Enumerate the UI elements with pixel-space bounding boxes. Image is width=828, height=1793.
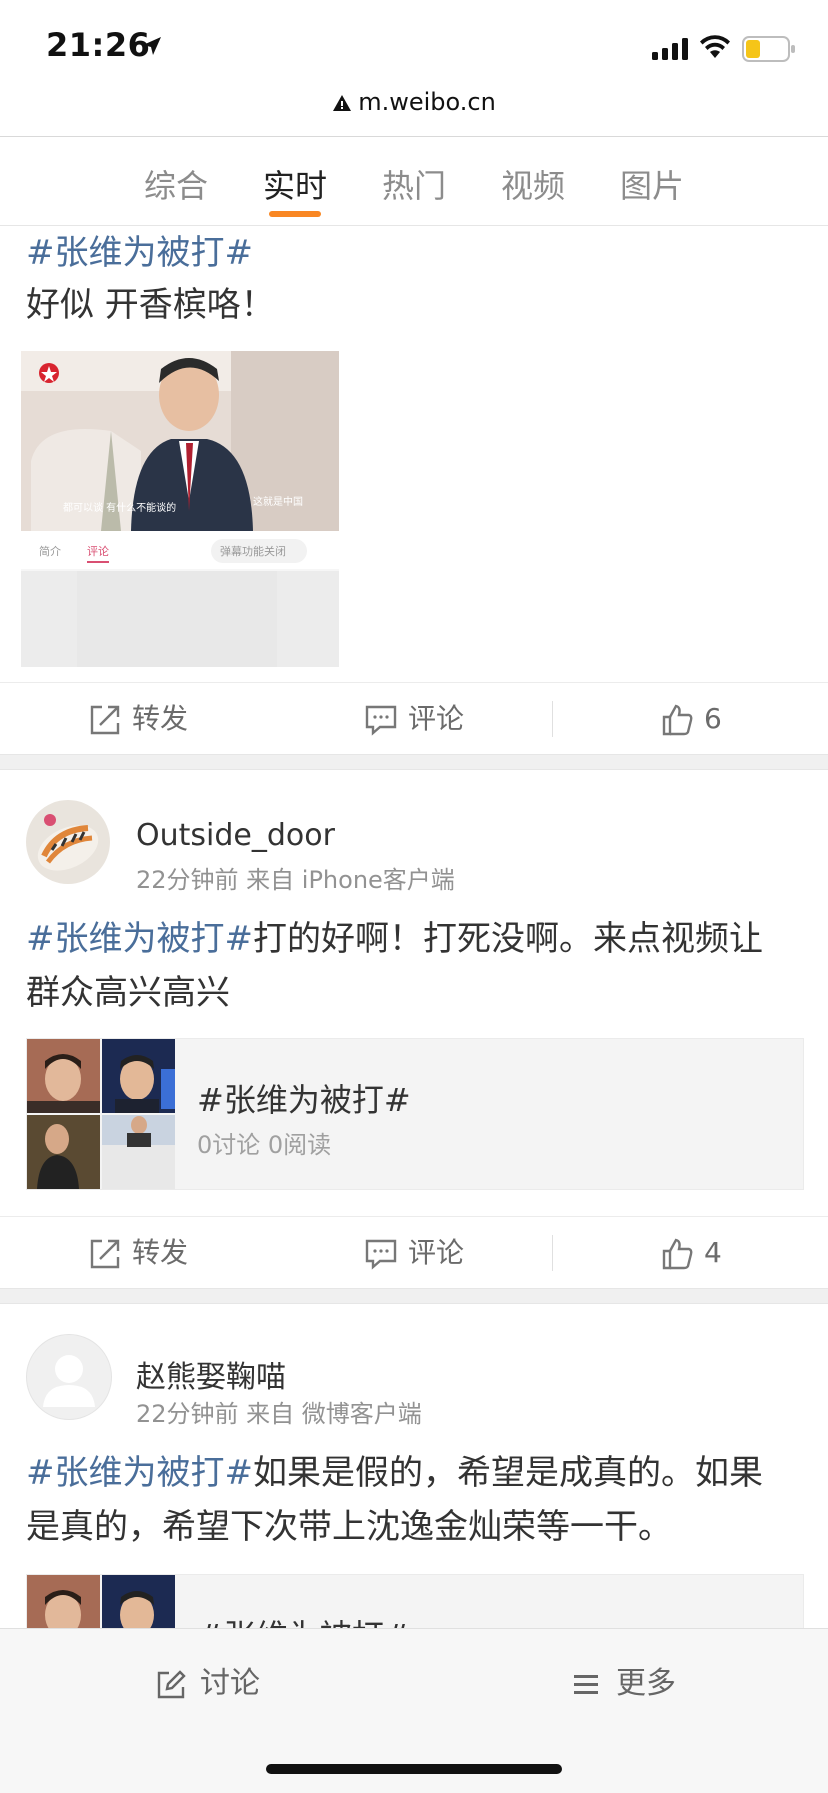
like-button[interactable]: 6 xyxy=(660,683,750,755)
avatar[interactable] xyxy=(26,800,110,884)
topic-thumbnail-image xyxy=(27,1575,175,1628)
topic-thumbnail xyxy=(27,1575,175,1628)
tab-images[interactable]: 图片 xyxy=(620,161,684,207)
video-tab-comments: 评论 xyxy=(87,545,109,558)
discuss-button[interactable]: 讨论 xyxy=(156,1657,276,1711)
post-text: #张维为被打#打的好啊！打死没啊。来点视频让群众高兴高兴 xyxy=(26,919,763,1013)
feed[interactable]: #张维为被打# 好似 开香槟咯！ 都可以谈 有什么不能谈的 这就是中国 简介 评… xyxy=(0,226,828,1628)
username[interactable]: 赵熊娶鞠喵 xyxy=(136,1352,286,1396)
comment-button[interactable]: 评论 xyxy=(364,1217,474,1289)
tab-hot[interactable]: 热门 xyxy=(382,161,446,207)
post-separator xyxy=(0,1288,828,1304)
active-tab-indicator xyxy=(269,211,321,217)
topic-title: #张维为被打# xyxy=(197,1611,411,1628)
topic-stats: 0讨论 0阅读 xyxy=(197,1131,332,1159)
like-button[interactable]: 4 xyxy=(660,1217,750,1289)
comment-icon xyxy=(365,1239,397,1270)
tab-comprehensive[interactable]: 综合 xyxy=(144,161,208,207)
post-topic-link[interactable]: #张维为被打# xyxy=(26,1453,253,1493)
topic-title: #张维为被打# xyxy=(197,1081,411,1119)
default-avatar-icon xyxy=(43,1355,95,1407)
avatar[interactable] xyxy=(26,1334,112,1420)
topic-thumbnail xyxy=(27,1039,175,1189)
post-text: 好似 开香槟咯！ xyxy=(26,285,275,325)
username[interactable]: Outside_door xyxy=(136,818,335,853)
action-separator xyxy=(552,1235,553,1271)
thumbs-up-icon xyxy=(662,704,693,736)
url-bar[interactable]: m.weibo.cn xyxy=(0,88,828,132)
topic-thumbnail-image xyxy=(27,1039,175,1189)
topic-card[interactable]: #张维为被打# xyxy=(26,1574,804,1628)
location-arrow-icon xyxy=(143,37,161,55)
topic-card[interactable]: #张维为被打# 0讨论 0阅读 xyxy=(26,1038,804,1190)
edit-icon xyxy=(157,1670,186,1699)
url-domain: m.weibo.cn xyxy=(358,88,496,116)
battery-icon xyxy=(742,36,795,62)
comment-icon xyxy=(365,705,397,736)
action-separator xyxy=(552,701,553,737)
cellular-signal-icon xyxy=(652,38,688,60)
comment-button[interactable]: 评论 xyxy=(364,683,474,755)
wifi-icon xyxy=(700,35,730,58)
post-separator xyxy=(0,754,828,770)
post-action-bar: 转发 评论 4 xyxy=(0,1216,828,1289)
repost-button[interactable]: 转发 xyxy=(88,1217,198,1289)
post-video-thumbnail[interactable]: 都可以谈 有什么不能谈的 这就是中国 简介 评论 弹幕功能关闭 xyxy=(21,351,339,667)
post-meta: 22分钟前 来自 微博客户端 xyxy=(136,1400,422,1428)
post-text: #张维为被打#如果是假的，希望是成真的。如果是真的，希望下次带上沈逸金灿荣等一干… xyxy=(26,1453,763,1547)
like-count: 6 xyxy=(704,702,722,735)
tab-realtime[interactable]: 实时 xyxy=(263,161,327,207)
post-topic-link[interactable]: #张维为被打# xyxy=(26,919,253,959)
thumbs-up-icon xyxy=(662,1238,693,1270)
more-button[interactable]: 更多 xyxy=(572,1657,692,1711)
status-time: 21:26 xyxy=(46,26,151,64)
video-danmaku-toggle: 弹幕功能关闭 xyxy=(220,545,286,558)
tab-video[interactable]: 视频 xyxy=(501,161,565,207)
video-tab-intro: 简介 xyxy=(39,545,61,558)
home-indicator[interactable] xyxy=(266,1764,562,1774)
repost-button[interactable]: 转发 xyxy=(88,683,198,755)
status-bar: 21:26 xyxy=(0,0,828,100)
like-count: 4 xyxy=(704,1236,722,1269)
video-caption: 都可以谈 有什么不能谈的 xyxy=(63,503,177,514)
avatar-image xyxy=(26,800,110,884)
warning-icon xyxy=(333,95,352,111)
video-watermark: 这就是中国 xyxy=(253,497,303,508)
repost-icon xyxy=(90,705,120,735)
post-meta: 22分钟前 来自 iPhone客户端 xyxy=(136,866,455,894)
post-action-bar: 转发 评论 6 xyxy=(0,682,828,755)
post-topic-link[interactable]: #张维为被打# xyxy=(26,226,796,280)
tab-bar: 综合 实时 热门 视频 图片 xyxy=(0,136,828,226)
repost-icon xyxy=(90,1239,120,1269)
menu-icon xyxy=(574,1675,598,1694)
